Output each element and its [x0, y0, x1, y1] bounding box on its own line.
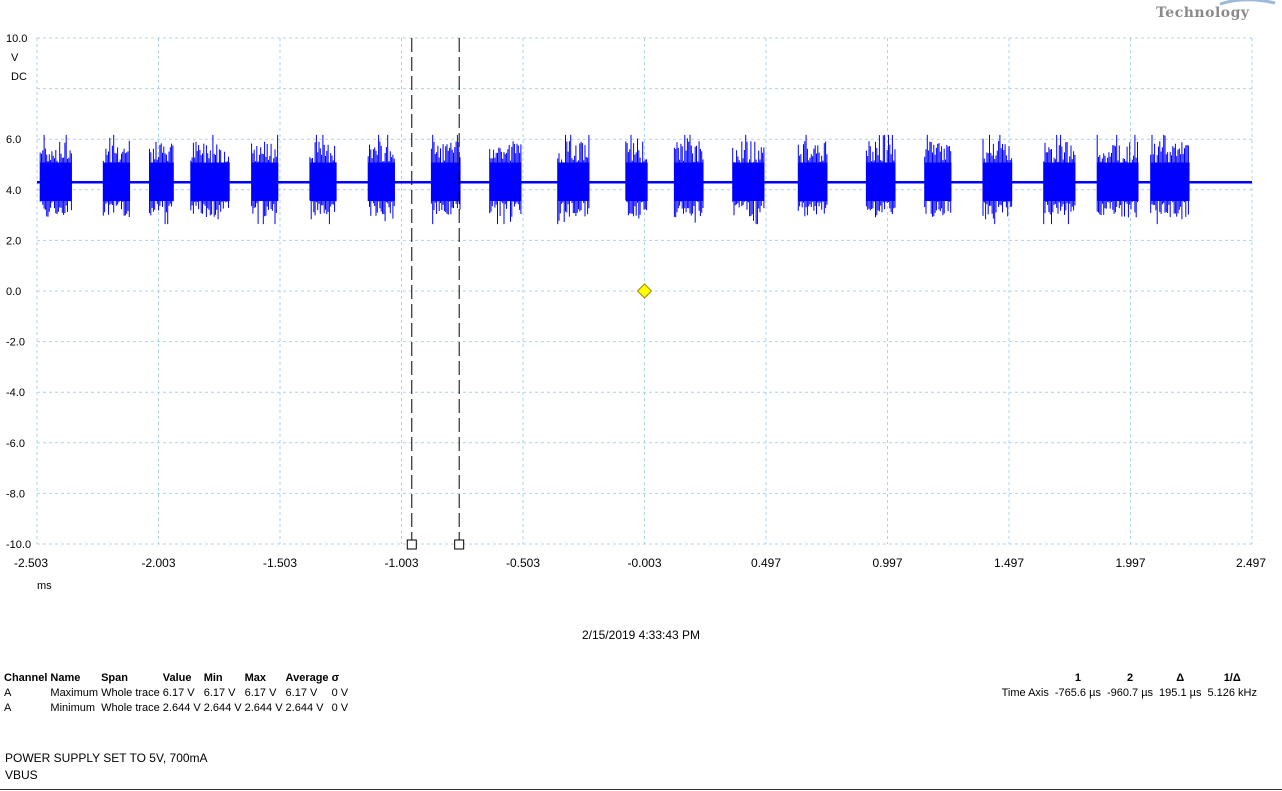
cursor-handle	[406, 539, 417, 550]
x-tick-label: -0.503	[506, 556, 540, 570]
cell-min: 6.17 V	[203, 687, 236, 699]
note-line: VBUS	[5, 768, 38, 782]
cursor-lines[interactable]	[406, 38, 465, 550]
trace-burst-noise	[982, 134, 1013, 225]
y-tick-label: -4.0	[6, 387, 25, 399]
cell-max: 6.17 V	[244, 687, 277, 699]
y-unit-label: V	[11, 52, 19, 64]
table-row[interactable]: A Minimum Whole trace 2.644 V 2.644 V 2.…	[4, 701, 351, 716]
capture-timestamp: 2/15/2019 4:33:43 PM	[581, 628, 701, 642]
x-tick-label: -1.503	[263, 556, 297, 570]
cell-span: Whole trace	[101, 687, 160, 699]
cell-min: 2.644 V	[203, 702, 242, 714]
x-tick-label: 1.997	[1115, 556, 1145, 570]
x-tick-label: -2.503	[14, 556, 48, 570]
cursor-inverse-delta-value: 5.126 kHz	[1207, 687, 1257, 699]
y-axis-ticks: 10.0 6.0 4.0 2.0 0.0 -2.0 -4.0 -6.0 -8.0 -10.0 V DC	[6, 33, 31, 551]
y-tick-label: 0.0	[6, 286, 21, 298]
x-tick-label: -1.003	[384, 556, 418, 570]
cell-sigma: 0 V	[331, 687, 349, 699]
y-tick-label: -6.0	[6, 438, 25, 450]
cell-value: 6.17 V	[162, 687, 195, 699]
col-value: Value	[162, 672, 192, 684]
cell-average: 6.17 V	[285, 687, 318, 699]
x-tick-label: 2.497	[1236, 556, 1266, 570]
cursor-col-label	[999, 671, 1052, 686]
cell-name: Minimum	[50, 702, 96, 714]
y-tick-label: -10.0	[6, 539, 31, 551]
cell-name: Maximum	[50, 687, 99, 699]
trigger-diamond	[636, 283, 653, 299]
cursor-2-value: -960.7 µs	[1106, 687, 1154, 699]
cursor-col-inverse-delta: 1/Δ	[1223, 672, 1241, 684]
cursor-handle	[454, 539, 465, 550]
trace-burst-noise	[797, 134, 828, 217]
x-tick-label: -0.003	[627, 556, 661, 570]
cursor-row-time-axis[interactable]: Time Axis -765.6 µs -960.7 µs 195.1 µs 5…	[999, 686, 1260, 701]
cell-average: 2.644 V	[285, 702, 324, 714]
cursor-readout-table: 1 2 Δ 1/Δ Time Axis -765.6 µs -960.7 µs …	[999, 671, 1260, 701]
y-tick-label: 2.0	[6, 235, 21, 247]
col-max: Max	[244, 672, 267, 684]
trace-burst-noise	[924, 134, 952, 217]
cursor-header-row: 1 2 Δ 1/Δ	[999, 671, 1260, 686]
x-axis-ticks: -2.503 -2.003 -1.503 -1.003 -0.503 -0.003 0.49…	[14, 556, 1266, 592]
cell-channel: A	[4, 702, 12, 714]
trace-burst-noise	[367, 134, 395, 222]
col-channel: Channel	[4, 672, 48, 684]
cell-max: 2.644 V	[244, 702, 283, 714]
trace-burst-noise	[149, 141, 174, 225]
trigger-marker[interactable]	[636, 283, 653, 299]
cell-sigma: 0 V	[331, 702, 349, 714]
cursor-col-delta: Δ	[1176, 672, 1185, 684]
x-tick-label: 0.497	[751, 556, 781, 570]
trace-burst-noise	[865, 134, 896, 218]
col-average: Average	[285, 672, 329, 684]
col-sigma: σ	[331, 672, 340, 684]
trace-burst-noise	[673, 134, 704, 223]
cursor-col-1: 1	[1074, 672, 1081, 684]
col-name: Name	[50, 672, 81, 684]
x-tick-label: 1.497	[994, 556, 1024, 570]
y-tick-label: -2.0	[6, 337, 25, 349]
cursor-col-2: 2	[1126, 672, 1134, 684]
trace-burst-noise	[430, 134, 461, 225]
x-axis-label: ms	[37, 580, 52, 592]
bottom-divider	[0, 789, 1282, 790]
y-tick-label: 6.0	[6, 134, 21, 146]
x-tick-label: -2.003	[141, 556, 175, 570]
y-tick-label: -8.0	[6, 488, 25, 500]
measurements-header-row: Channel Name Span Value Min Max Average …	[4, 671, 351, 686]
logo-text: Technology	[1156, 5, 1250, 21]
trace-burst-noise	[251, 134, 279, 225]
cell-value: 2.644 V	[162, 702, 201, 714]
trace-burst-noise	[309, 134, 337, 225]
cursor-1-value: -765.6 µs	[1054, 687, 1101, 699]
cell-channel: A	[4, 687, 12, 699]
y-tick-label: 4.0	[6, 185, 21, 197]
trace-burst-noise	[102, 134, 130, 217]
table-row[interactable]: A Maximum Whole trace 6.17 V 6.17 V 6.17…	[4, 686, 351, 701]
scope-plot: 10.0 6.0 4.0 2.0 0.0 -2.0 -4.0 -6.0 -8.0 -10.0 V DC…	[6, 33, 1266, 592]
measurements-table: Channel Name Span Value Min Max Average …	[4, 671, 351, 716]
col-span: Span	[101, 672, 128, 684]
note-line: POWER SUPPLY SET TO 5V, 700mA	[5, 751, 208, 765]
col-min: Min	[203, 672, 223, 684]
cursor-delta-value: 195.1 µs	[1159, 687, 1202, 699]
capture-notes: POWER SUPPLY SET TO 5V, 700mA VBUS	[5, 750, 208, 784]
x-tick-label: 0.997	[872, 556, 902, 570]
y-tick-label: 10.0	[6, 33, 27, 45]
cursor-row-label: Time Axis	[1001, 687, 1049, 699]
cell-span: Whole trace	[101, 702, 160, 714]
y-unit-label: DC	[11, 71, 27, 83]
